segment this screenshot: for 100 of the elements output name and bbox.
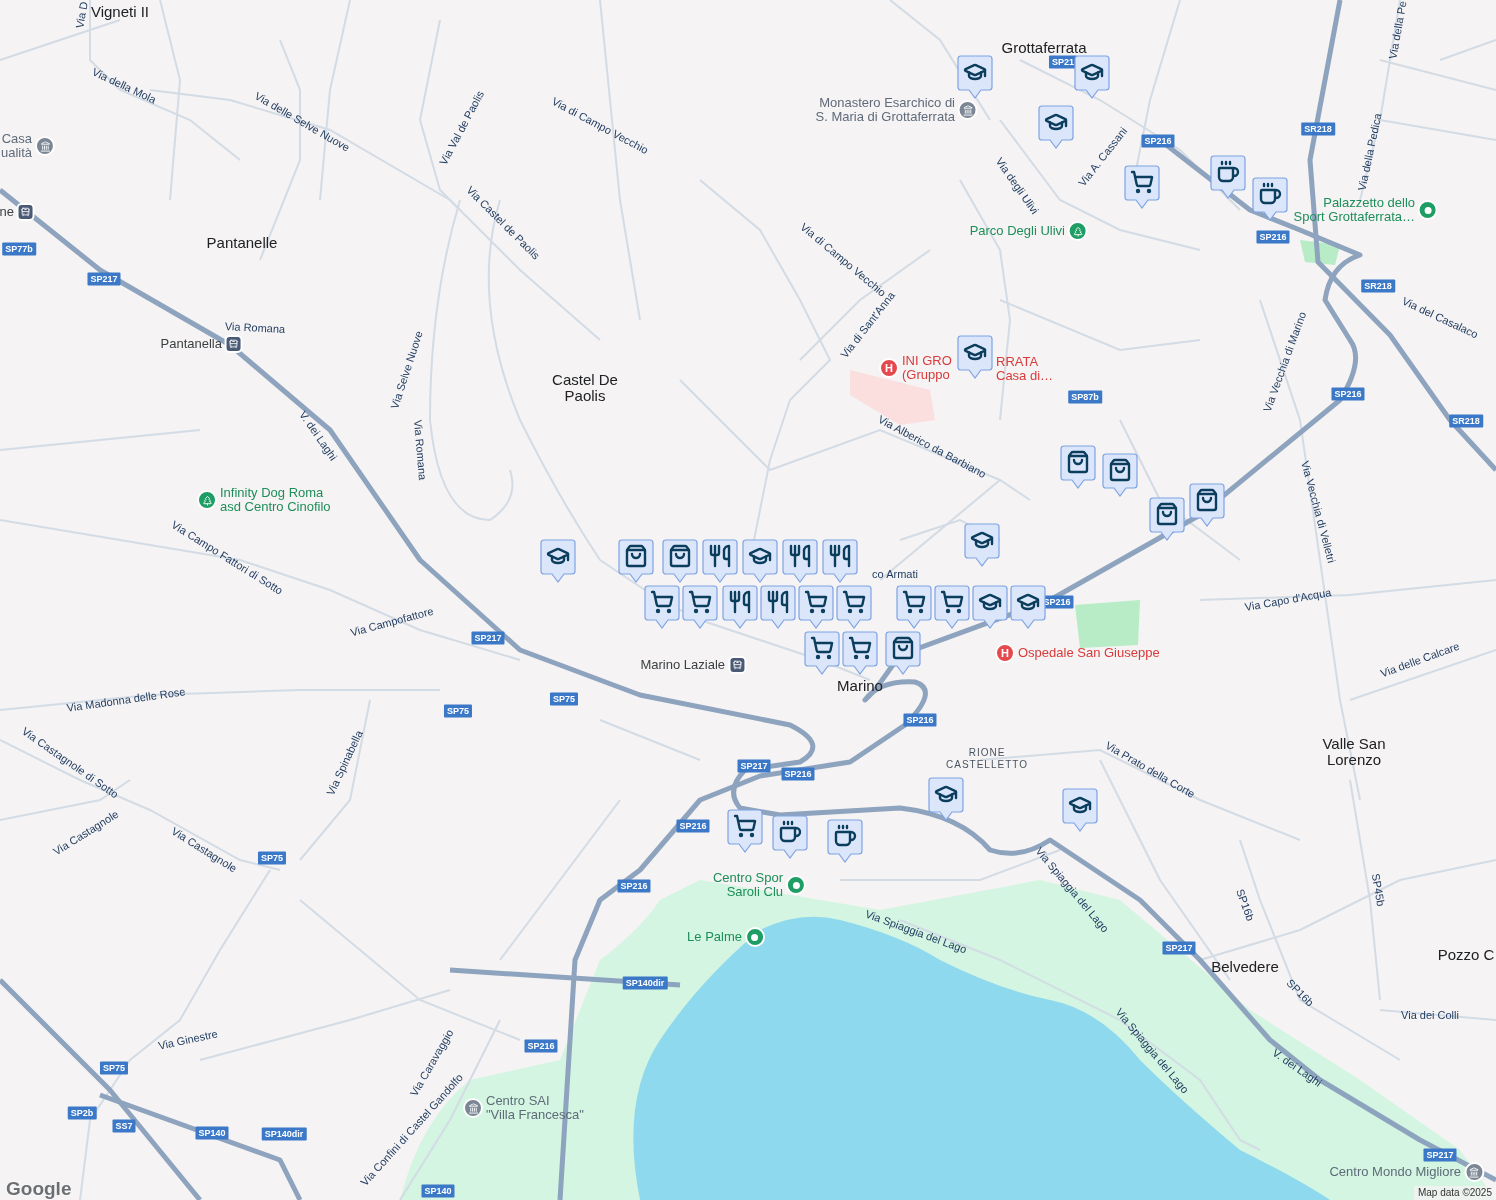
school-map-pin[interactable] bbox=[1074, 55, 1110, 99]
grocery-map-pin[interactable] bbox=[842, 631, 878, 675]
fork-knife-icon bbox=[708, 544, 732, 568]
route-shield: SP140dir bbox=[622, 976, 668, 990]
grocery-map-pin[interactable] bbox=[934, 585, 970, 629]
route-shield: SP140dir bbox=[261, 1127, 307, 1141]
grocery-map-pin[interactable] bbox=[644, 585, 680, 629]
street-label: Via Capo d'Acqua bbox=[1243, 587, 1333, 613]
cafe-map-pin[interactable] bbox=[1210, 155, 1246, 199]
poi-label[interactable]: Centro Mondo Migliore bbox=[1329, 1165, 1461, 1179]
route-shield: SP2b bbox=[67, 1106, 97, 1120]
coffee-cup-icon bbox=[1216, 160, 1240, 184]
street-label: Via Ginestre bbox=[157, 1028, 219, 1052]
museum-icon bbox=[958, 100, 978, 120]
shopping-map-pin[interactable] bbox=[1102, 453, 1138, 497]
cafe-map-pin[interactable] bbox=[772, 815, 808, 859]
cafe-map-pin[interactable] bbox=[1252, 177, 1288, 221]
grocery-map-pin[interactable] bbox=[836, 585, 872, 629]
poi-label[interactable]: Marino Laziale bbox=[640, 658, 725, 672]
route-shield: SP216 bbox=[617, 879, 651, 893]
route-shield: SP140 bbox=[421, 1184, 455, 1198]
place-label: Vigneti II bbox=[90, 4, 150, 20]
grocery-map-pin[interactable] bbox=[798, 585, 834, 629]
shopping-bag-icon bbox=[891, 636, 915, 660]
route-shield: SP216 bbox=[1256, 230, 1290, 244]
cafe-map-pin[interactable] bbox=[827, 819, 863, 863]
fork-knife-icon bbox=[728, 590, 752, 614]
shopping-map-pin[interactable] bbox=[618, 539, 654, 583]
place-label: Castel De Paolis bbox=[552, 372, 618, 404]
street-label: Via Vecchia di Velletri bbox=[1299, 459, 1337, 565]
shopping-bag-icon bbox=[1066, 450, 1090, 474]
school-map-pin[interactable] bbox=[1010, 585, 1046, 629]
street-label: co Armati bbox=[872, 568, 918, 580]
place-label: Marino bbox=[837, 678, 883, 694]
shopping-cart-icon bbox=[842, 590, 866, 614]
tree-icon bbox=[1068, 221, 1088, 241]
shopping-bag-icon bbox=[1108, 458, 1132, 482]
poi-label[interactable]: Monastero Esarchico di S. Maria di Grottaferrata bbox=[815, 96, 955, 124]
school-map-pin[interactable] bbox=[742, 539, 778, 583]
poi-label[interactable]: RRATA Casa di… bbox=[996, 355, 1054, 383]
place-label: RIONE CASTELLETTO bbox=[946, 747, 1028, 771]
poi-label[interactable]: Parco Degli Ulivi bbox=[969, 224, 1065, 238]
shopping-bag-icon bbox=[1155, 502, 1179, 526]
street-label: Via Madonna delle Rose bbox=[66, 686, 186, 714]
place-label: Valle San Lorenzo bbox=[1322, 736, 1386, 768]
grocery-map-pin[interactable] bbox=[682, 585, 718, 629]
restaurant-map-pin[interactable] bbox=[782, 539, 818, 583]
school-map-pin[interactable] bbox=[1062, 788, 1098, 832]
coffee-cup-icon bbox=[1258, 182, 1282, 206]
grocery-map-pin[interactable] bbox=[804, 631, 840, 675]
bus-icon bbox=[225, 335, 243, 353]
shopping-map-pin[interactable] bbox=[885, 631, 921, 675]
shopping-map-pin[interactable] bbox=[662, 539, 698, 583]
route-shield: SP75 bbox=[444, 704, 472, 718]
route-shield: SR218 bbox=[1301, 122, 1335, 136]
poi-label[interactable]: Pantanella bbox=[160, 337, 222, 351]
grocery-map-pin[interactable] bbox=[896, 585, 932, 629]
hospital-icon: H bbox=[995, 643, 1015, 663]
tree-icon bbox=[197, 490, 217, 510]
grocery-map-pin[interactable] bbox=[727, 809, 763, 853]
school-map-pin[interactable] bbox=[957, 55, 993, 99]
school-map-pin[interactable] bbox=[964, 523, 1000, 567]
shopping-cart-icon bbox=[940, 590, 964, 614]
restaurant-map-pin[interactable] bbox=[822, 539, 858, 583]
restaurant-map-pin[interactable] bbox=[702, 539, 738, 583]
school-map-pin[interactable] bbox=[957, 335, 993, 379]
poi-label[interactable]: Palazzetto dello Sport Grottaferrata… bbox=[1293, 196, 1415, 224]
restaurant-map-pin[interactable] bbox=[760, 585, 796, 629]
poi-label[interactable]: Infinity Dog Roma asd Centro Cinofilo bbox=[220, 486, 331, 514]
poi-label[interactable]: Le Palme bbox=[687, 930, 742, 944]
route-shield: SP217 bbox=[737, 759, 771, 773]
lawn-area bbox=[1075, 600, 1140, 648]
place-label: Pozzo C bbox=[1437, 947, 1495, 963]
school-map-pin[interactable] bbox=[540, 539, 576, 583]
grocery-map-pin[interactable] bbox=[1124, 165, 1160, 209]
street-label: Via Romana bbox=[224, 320, 286, 336]
fork-knife-icon bbox=[766, 590, 790, 614]
shopping-cart-icon bbox=[848, 636, 872, 660]
shopping-map-pin[interactable] bbox=[1060, 445, 1096, 489]
restaurant-map-pin[interactable] bbox=[722, 585, 758, 629]
poi-label[interactable]: ne bbox=[0, 205, 14, 219]
poi-label[interactable]: Ospedale San Giuseppe bbox=[1018, 646, 1160, 660]
school-map-pin[interactable] bbox=[972, 585, 1008, 629]
poi-label[interactable]: Centro Spor Saroli Clu bbox=[712, 871, 783, 899]
shopping-bag-icon bbox=[668, 544, 692, 568]
poi-label[interactable]: INI GRO (Gruppo bbox=[902, 354, 952, 382]
street-label: Via D bbox=[74, 0, 90, 30]
bus-icon bbox=[728, 656, 746, 674]
route-shield: SS7 bbox=[112, 1119, 136, 1133]
poi-label[interactable]: Casa ualità bbox=[0, 132, 32, 160]
shopping-cart-icon bbox=[650, 590, 674, 614]
school-map-pin[interactable] bbox=[1038, 105, 1074, 149]
shopping-bag-icon bbox=[1195, 488, 1219, 512]
route-shield: SR218 bbox=[1361, 279, 1395, 293]
route-shield: SP216 bbox=[524, 1039, 558, 1053]
school-map-pin[interactable] bbox=[928, 777, 964, 821]
route-shield: SP140 bbox=[195, 1126, 229, 1140]
shopping-map-pin[interactable] bbox=[1189, 483, 1225, 527]
street-label: Via Romana bbox=[411, 419, 429, 481]
shopping-map-pin[interactable] bbox=[1149, 497, 1185, 541]
